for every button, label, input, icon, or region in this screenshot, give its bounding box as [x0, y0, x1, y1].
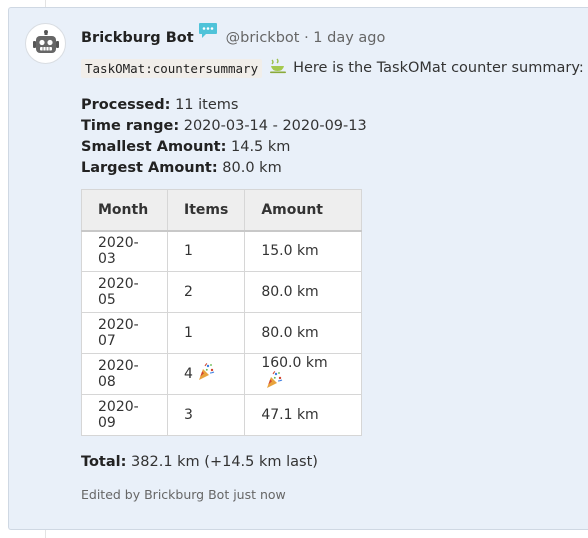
stat-label: Smallest Amount:	[81, 139, 227, 155]
stat-value: 80.0 km	[222, 160, 282, 176]
cell-items: 2	[166, 271, 246, 313]
cell-month: 2020-08	[81, 353, 168, 395]
stat-time-range: Time range: 2020-03-14 - 2020-09-13	[81, 116, 581, 137]
stat-label: Largest Amount:	[81, 160, 218, 176]
cell-items: 1	[166, 230, 246, 272]
cell-amount: 80.0 km	[244, 312, 363, 354]
summary-stats: Processed: 11 items Time range: 2020-03-…	[81, 95, 581, 179]
cell-month: 2020-09	[81, 394, 168, 436]
handle-and-time[interactable]: @brickbot · 1 day ago	[226, 30, 386, 46]
table-row: 2020-05 2 80.0 km	[81, 271, 363, 313]
column-header-items: Items	[166, 189, 246, 232]
cell-amount-value: 160.0 km	[261, 355, 328, 371]
message-line: TaskOMat:countersummary Here is the Task…	[81, 58, 584, 78]
column-header-month: Month	[81, 189, 168, 232]
cell-month: 2020-03	[81, 230, 168, 272]
cell-items: 3	[166, 394, 246, 436]
bot-avatar[interactable]	[25, 23, 66, 64]
cell-month: 2020-07	[81, 312, 168, 354]
total-line: Total: 382.1 km (+14.5 km last)	[81, 454, 581, 470]
cell-items-value: 4	[184, 366, 193, 382]
table-row: 2020-07 1 80.0 km	[81, 312, 363, 354]
total-label: Total:	[81, 454, 127, 470]
total-value: 382.1 km (+14.5 km last)	[131, 454, 318, 470]
stat-label: Time range:	[81, 118, 180, 134]
table-row: 2020-09 3 47.1 km	[81, 394, 363, 436]
edited-note: Edited by Brickburg Bot just now	[81, 487, 286, 502]
party-popper-icon	[265, 371, 283, 393]
stat-value: 2020-03-14 - 2020-09-13	[183, 118, 367, 134]
message-text: Here is the TaskOMat counter summary:	[293, 60, 584, 76]
cell-amount: 80.0 km	[244, 271, 363, 313]
stat-label: Processed:	[81, 97, 171, 113]
stat-processed: Processed: 11 items	[81, 95, 581, 116]
stat-smallest: Smallest Amount: 14.5 km	[81, 137, 581, 158]
tea-cup-icon	[269, 58, 287, 78]
cell-items-celebrate: 4	[166, 353, 246, 395]
author-name[interactable]: Brickburg Bot	[81, 30, 194, 46]
message-content: Brickburg Bot @brickbot · 1 day ago Task…	[81, 22, 584, 502]
column-header-amount: Amount	[244, 189, 363, 232]
cell-month: 2020-05	[81, 271, 168, 313]
cell-amount-celebrate: 160.0 km	[244, 353, 363, 395]
robot-icon	[32, 29, 59, 53]
table-row: 2020-08 4 160.0 km	[81, 353, 363, 395]
cell-items: 1	[166, 312, 246, 354]
stat-largest: Largest Amount: 80.0 km	[81, 158, 581, 179]
summary-table: Month Items Amount 2020-03 1 15.0 km 202…	[81, 189, 363, 436]
stat-value: 14.5 km	[231, 139, 291, 155]
command-code: TaskOMat:countersummary	[81, 58, 263, 78]
message-header: Brickburg Bot @brickbot · 1 day ago	[81, 22, 581, 49]
party-popper-icon	[197, 363, 215, 385]
table-header-row: Month Items Amount	[81, 189, 363, 232]
table-row: 2020-03 1 15.0 km	[81, 230, 363, 272]
cell-amount: 47.1 km	[244, 394, 363, 436]
stat-value: 11 items	[175, 97, 239, 113]
chat-bubble-icon	[198, 22, 218, 43]
cell-amount: 15.0 km	[244, 230, 363, 272]
